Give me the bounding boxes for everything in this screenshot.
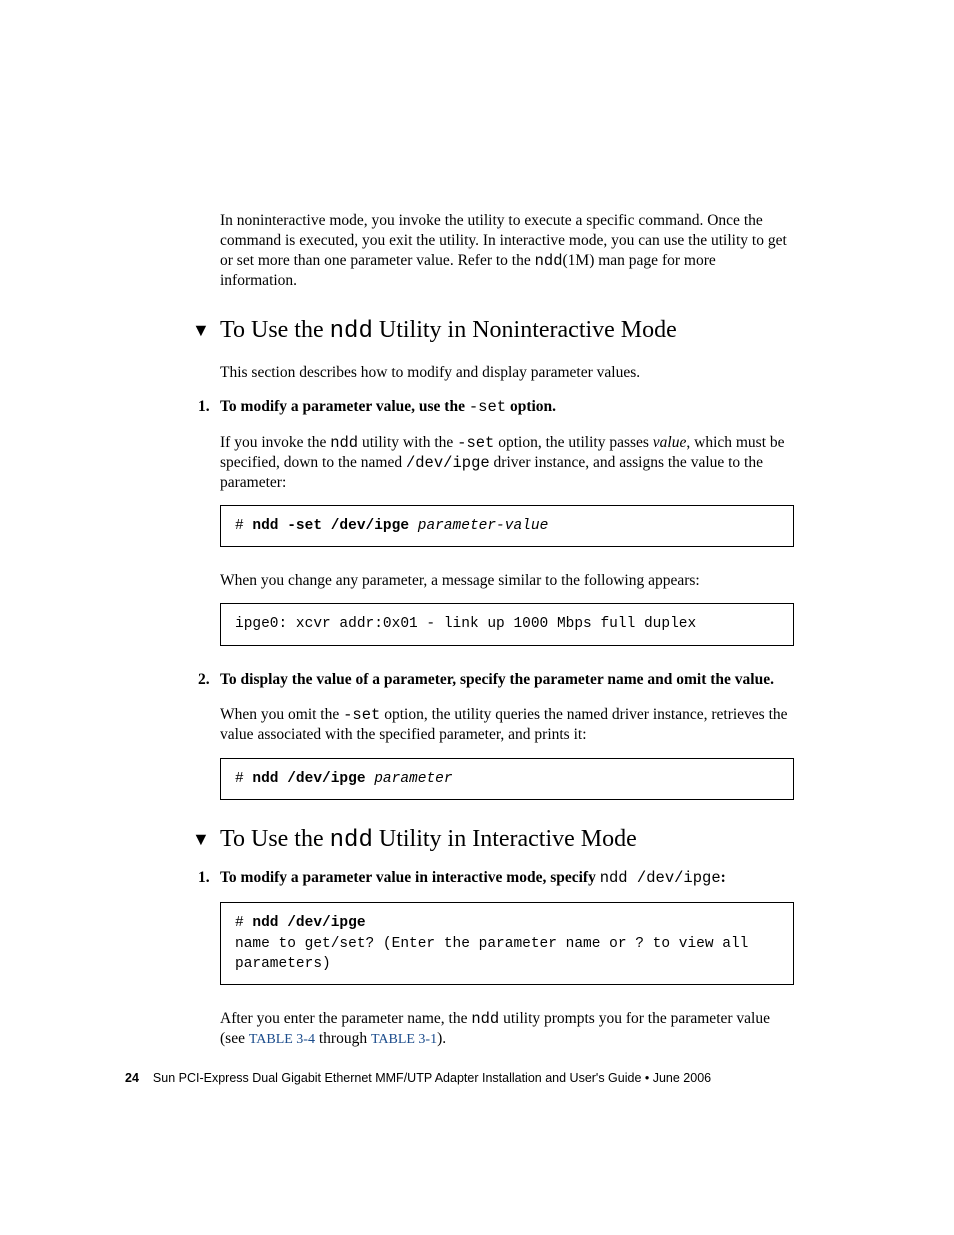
text: utility with the [358,434,457,451]
heading-text: Utility in Noninteractive Mode [373,317,677,343]
section-heading-noninteractive: ▼ To Use the ndd Utility in Noninteracti… [220,315,794,347]
code-inline: -set [469,398,506,416]
step-1: 1. To modify a parameter value, use the … [220,397,794,417]
step-body: When you omit the -set option, the utili… [220,705,794,745]
table-link-3-4[interactable]: TABLE 3-4 [249,1032,315,1047]
text: ). [437,1030,446,1047]
document-page: In noninteractive mode, you invoke the u… [0,0,954,1235]
step-text: : [721,869,726,886]
step-1-interactive: 1. To modify a parameter value in intera… [220,868,794,888]
heading-text: Utility in Interactive Mode [373,826,637,852]
triangle-marker-icon: ▼ [192,319,210,342]
code-bold: ndd /dev/ipge [252,771,365,787]
text: If you invoke the [220,434,330,451]
code-inline: ndd [330,827,373,854]
text: # [235,771,252,787]
step-text: To display the value of a parameter, spe… [220,671,774,688]
step-number: 1. [198,397,210,417]
section-heading-interactive: ▼ To Use the ndd Utility in Interactive … [220,824,794,856]
code-inline: ndd [535,252,563,270]
code-inline: -set [343,706,380,724]
italic-text: value [653,434,687,451]
code-italic: parameter-value [409,518,548,534]
code-italic: parameter [366,771,453,787]
code-inline: ndd [330,434,358,452]
text: # [235,915,252,931]
section-description: This section describes how to modify and… [220,363,794,383]
code-inline: ndd /dev/ipge [600,869,721,887]
code-inline: ndd [330,318,373,345]
table-link-3-1[interactable]: TABLE 3-1 [371,1032,437,1047]
intro-paragraph: In noninteractive mode, you invoke the u… [220,211,794,292]
text: When you omit the [220,706,343,723]
code-bold: ndd /dev/ipge [252,915,365,931]
code-box: # ndd /dev/ipge parameter [220,758,794,800]
step-after-text: After you enter the parameter name, the … [220,1009,794,1049]
step-text: option. [506,398,556,415]
step-number: 2. [198,670,210,690]
code-inline: ndd [471,1010,499,1028]
step-text: To modify a parameter value, use the [220,398,469,415]
code-box: # ndd /dev/ipge name to get/set? (Enter … [220,902,794,985]
text: option, the utility passes [494,434,652,451]
page-footer: 24 Sun PCI-Express Dual Gigabit Ethernet … [125,1071,711,1085]
step-body: If you invoke the ndd utility with the -… [220,433,794,493]
code-line: name to get/set? (Enter the parameter na… [235,936,757,972]
step-number: 1. [198,868,210,888]
triangle-marker-icon: ▼ [192,828,210,851]
step-after-text: When you change any parameter, a message… [220,571,794,591]
heading-text: To Use the [220,826,330,852]
page-number: 24 [125,1071,139,1085]
text: After you enter the parameter name, the [220,1010,471,1027]
text: # [235,518,252,534]
code-bold: ndd -set /dev/ipge [252,518,409,534]
step-text: To modify a parameter value in interacti… [220,869,600,886]
heading-text: To Use the [220,317,330,343]
code-box: ipge0: xcvr addr:0x01 - link up 1000 Mbp… [220,603,794,645]
code-box: # ndd -set /dev/ipge parameter-value [220,505,794,547]
step-2: 2. To display the value of a parameter, … [220,670,794,690]
footer-text: Sun PCI-Express Dual Gigabit Ethernet MM… [153,1071,711,1085]
code-inline: /dev/ipge [406,454,490,472]
text: through [315,1030,371,1047]
code-inline: -set [457,434,494,452]
